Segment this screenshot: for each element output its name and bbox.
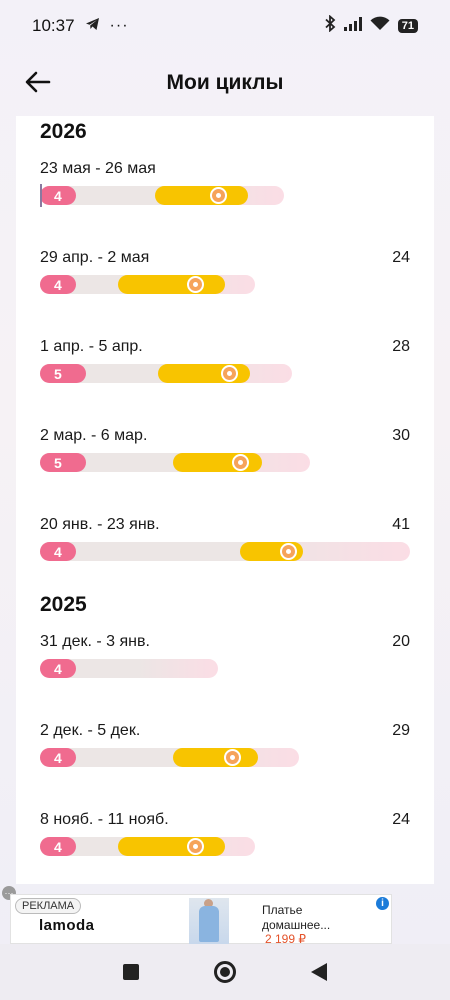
recent-apps-button[interactable] [119, 960, 143, 984]
period-days-badge: 4 [40, 837, 76, 856]
cycle-timeline: 4 [40, 275, 255, 294]
back-button[interactable] [22, 66, 54, 98]
cycle-row[interactable]: 31 дек. - 3 янв. 20 4 [16, 633, 434, 693]
cycle-timeline: 5 [40, 364, 292, 383]
cycle-timeline: 4 [40, 837, 255, 856]
fertile-window [155, 186, 248, 205]
ad-product-image [189, 898, 229, 944]
app-header: Мои циклы [0, 52, 450, 114]
cycle-dates: 8 нояб. - 11 нояб. [40, 811, 169, 828]
ovulation-marker-icon [187, 276, 204, 293]
period-days-badge: 4 [40, 542, 76, 561]
ad-brand-logo: lamoda [39, 917, 95, 934]
cycle-row[interactable]: 2 мар. - 6 мар. 30 5 [16, 427, 434, 487]
status-dots: ··· [109, 17, 129, 34]
system-back-button[interactable] [307, 960, 331, 984]
status-bar: 10:37 ··· 71 [0, 0, 450, 52]
year-heading: 2025 [40, 593, 87, 616]
cycle-dates: 2 мар. - 6 мар. [40, 427, 148, 444]
home-button[interactable] [213, 960, 237, 984]
fertile-window [118, 275, 225, 294]
cycle-timeline: 4 [40, 542, 410, 561]
period-days-badge: 4 [40, 659, 76, 678]
cycle-row[interactable]: 23 мая - 26 мая 4 [16, 160, 434, 220]
cycle-length: 41 [392, 516, 410, 533]
cycle-dates: 31 дек. - 3 янв. [40, 633, 150, 650]
info-icon[interactable]: i [376, 897, 389, 910]
telegram-icon [85, 16, 100, 36]
cycle-dates: 1 апр. - 5 апр. [40, 338, 143, 355]
cycles-list[interactable]: 2026 23 мая - 26 мая 4 29 апр. - 2 мая 24 4 1 … [16, 116, 434, 884]
circle-icon [214, 961, 236, 983]
status-time: 10:37 [32, 16, 75, 35]
cycle-length: 24 [392, 249, 410, 266]
square-icon [123, 964, 139, 980]
ad-banner[interactable]: РЕКЛАМА lamoda Платье домашнее... 2 199 … [10, 894, 392, 946]
period-days-badge: 4 [40, 275, 76, 294]
ovulation-marker-icon [210, 187, 227, 204]
cycle-dates: 29 апр. - 2 мая [40, 249, 150, 266]
cycle-dates: 2 дек. - 5 дек. [40, 722, 141, 739]
cycle-length: 28 [392, 338, 410, 355]
ovulation-marker-icon [187, 838, 204, 855]
cycle-row[interactable]: 8 нояб. - 11 нояб. 24 4 [16, 811, 434, 871]
ovulation-marker-icon [232, 454, 249, 471]
period-days-badge: 4 [40, 748, 76, 767]
cycle-length: 30 [392, 427, 410, 444]
cycle-timeline: 4 [40, 184, 284, 207]
period-days-badge: 5 [40, 364, 86, 383]
arrow-left-icon [25, 71, 51, 93]
cycle-row[interactable]: 2 дек. - 5 дек. 29 4 [16, 722, 434, 782]
cycle-dates: 23 мая - 26 мая [40, 160, 156, 177]
cycle-timeline: 5 [40, 453, 310, 472]
bluetooth-icon [324, 14, 336, 37]
battery-icon: 71 [397, 19, 418, 33]
cycle-row[interactable]: 20 янв. - 23 янв. 41 4 [16, 516, 434, 576]
period-days-badge: 5 [40, 453, 86, 472]
ovulation-marker-icon [221, 365, 238, 382]
cycle-row[interactable]: 1 апр. - 5 апр. 28 5 [16, 338, 434, 398]
fertile-window [173, 748, 258, 767]
system-nav-bar [0, 944, 450, 1000]
ad-title: Платье домашнее... [262, 903, 331, 932]
cycle-length: 20 [392, 633, 410, 650]
cycle-timeline: 4 [40, 659, 218, 678]
ad-label: РЕКЛАМА [15, 898, 82, 914]
ovulation-marker-icon [224, 749, 241, 766]
page-title: Мои циклы [166, 71, 284, 94]
period-days-badge: 4 [40, 186, 76, 205]
ovulation-marker-icon [280, 543, 297, 560]
cycle-timeline: 4 [40, 748, 299, 767]
wifi-icon [370, 16, 390, 36]
cycle-row[interactable]: 29 апр. - 2 мая 24 4 [16, 249, 434, 309]
today-marker [40, 184, 42, 207]
signal-icon [343, 16, 362, 36]
cycle-length: 29 [392, 722, 410, 739]
year-heading: 2026 [40, 120, 87, 143]
cycle-length: 24 [392, 811, 410, 828]
fertile-window [118, 837, 225, 856]
triangle-back-icon [311, 963, 327, 981]
cycle-dates: 20 янв. - 23 янв. [40, 516, 160, 533]
